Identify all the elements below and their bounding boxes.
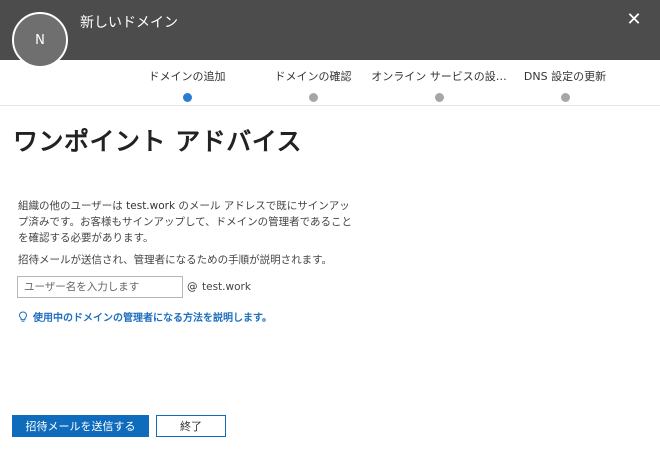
step-dot <box>560 93 570 102</box>
desc-before: 組織の他のユーザーは <box>18 200 123 212</box>
step-update-dns: DNS 設定の更新 <box>490 68 640 102</box>
desc-domain: test.work <box>126 200 176 212</box>
step-dot <box>434 93 444 102</box>
panel-title: 新しいドメイン <box>80 15 178 31</box>
step-dot <box>182 93 192 102</box>
finish-button[interactable]: 終了 <box>156 415 226 437</box>
domain-suffix: test.work <box>202 281 251 293</box>
at-sign: @ <box>187 281 198 293</box>
page-title: ワンポイント アドバイス <box>13 127 302 156</box>
lightbulb-icon <box>18 310 28 322</box>
title-bar: N 新しいドメイン ✕ <box>0 0 660 68</box>
progress-steps: ドメインの追加 ドメインの確認 オンライン サービスの設… DNS 設定の更新 <box>0 60 660 106</box>
send-invite-button[interactable]: 招待メールを送信する <box>12 415 149 437</box>
admin-help-link-label: 使用中のドメインの管理者になる方法を説明します。 <box>33 313 272 324</box>
step-dot <box>308 93 318 102</box>
invite-note: 招待メールが送信され、管理者になるための手順が説明されます。 <box>18 254 333 266</box>
admin-help-link[interactable]: 使用中のドメインの管理者になる方法を説明します。 <box>18 309 272 324</box>
username-input[interactable] <box>17 276 183 298</box>
description-text: 組織の他のユーザーは test.work のメール アドレスで既にサインアップ済… <box>18 198 358 246</box>
close-icon[interactable]: ✕ <box>624 10 644 30</box>
step-label: DNS 設定の更新 <box>523 70 607 83</box>
